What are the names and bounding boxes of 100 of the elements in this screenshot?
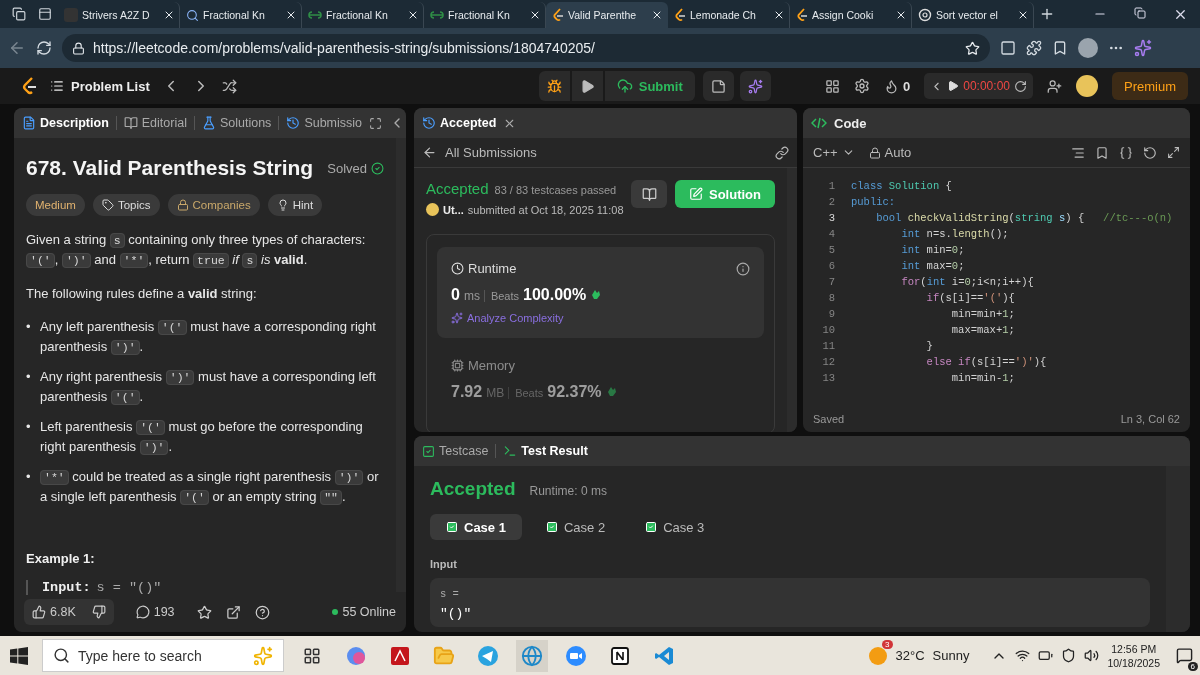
copilot-icon[interactable] — [1134, 39, 1152, 57]
panel-tab[interactable]: Testcase — [422, 444, 489, 458]
volume-icon[interactable] — [1084, 648, 1100, 663]
user-avatar — [426, 203, 439, 216]
weather-condition: Sunny — [932, 648, 970, 663]
debug-button[interactable] — [538, 71, 570, 101]
reset-icon[interactable] — [1143, 145, 1157, 160]
tab-actions-icon[interactable] — [38, 7, 52, 21]
lock-icon — [72, 41, 85, 55]
tag-chip[interactable]: Companies — [167, 194, 260, 216]
code-editor-icon[interactable] — [653, 644, 675, 667]
bullet: • — [26, 418, 32, 436]
clock[interactable]: 12:56 PM 10/18/2025 — [1107, 641, 1160, 670]
expand-icon[interactable] — [1167, 145, 1180, 159]
braces-icon[interactable] — [1119, 145, 1133, 160]
tag-chip[interactable]: Topics — [92, 194, 160, 216]
online-dot — [332, 609, 339, 615]
telegram-icon[interactable] — [477, 644, 499, 667]
all-submissions-link[interactable]: All Submissions — [445, 145, 537, 160]
language-select[interactable]: C++ — [813, 145, 855, 160]
extension-icon[interactable] — [1000, 40, 1016, 56]
task-view-icon[interactable] — [303, 646, 321, 665]
problem-list-link[interactable]: Problem List — [50, 78, 150, 94]
panel-tab[interactable]: Test Result — [503, 444, 588, 458]
code-line: for(int i=0;i<n;i++){ — [900, 276, 1034, 288]
metric-card[interactable]: Memory 7.92 MB Beats 92.37% — [437, 344, 764, 415]
notifications-icon[interactable] — [1175, 647, 1193, 664]
panel-tab[interactable]: Editorial — [123, 116, 187, 130]
panel-tab[interactable]: Solutions — [201, 116, 272, 130]
beats-percent: 92.37% — [547, 383, 602, 401]
case-tab[interactable]: Case 2 — [529, 514, 622, 540]
close-icon[interactable] — [651, 9, 663, 21]
network-icon[interactable] — [1015, 648, 1031, 663]
video-app-icon[interactable] — [565, 644, 587, 667]
input-label: Input — [430, 558, 458, 570]
format-icon[interactable] — [1071, 145, 1085, 160]
info-icon[interactable] — [736, 261, 750, 276]
close-icon[interactable] — [1017, 9, 1029, 21]
layout-icon[interactable] — [825, 78, 841, 94]
premium-button[interactable]: Premium — [1112, 72, 1188, 100]
ai-button[interactable] — [739, 71, 771, 101]
extensions-icon[interactable] — [1026, 40, 1042, 56]
refresh-icon[interactable] — [36, 40, 52, 56]
close-icon[interactable] — [895, 9, 907, 21]
maximize-icon[interactable] — [369, 116, 383, 130]
tag-chip[interactable]: Hint — [267, 194, 323, 216]
copilot-icon[interactable] — [345, 644, 367, 667]
restore-icon[interactable] — [1134, 6, 1146, 19]
panel-tab[interactable]: Accepted — [422, 116, 497, 130]
favorites-icon[interactable] — [1052, 40, 1068, 56]
pdf-app-icon[interactable] — [389, 644, 411, 667]
address-bar[interactable]: https://leetcode.com/problems/valid-parenthesis-string/submissions/1804740205/ — [62, 34, 990, 62]
case-tab[interactable]: Case 3 — [629, 514, 721, 540]
close-icon[interactable] — [163, 9, 175, 21]
shuffle-icon[interactable] — [221, 78, 237, 94]
logo-icon[interactable] — [22, 77, 38, 95]
taskbar-search[interactable]: Type here to search — [42, 639, 284, 672]
close-icon[interactable] — [407, 9, 419, 21]
close-icon[interactable] — [285, 9, 297, 21]
line-number: 11 — [821, 340, 836, 352]
comments-button[interactable]: 193 — [127, 605, 183, 619]
bookmark-icon[interactable] — [1095, 145, 1109, 160]
security-icon[interactable] — [1061, 648, 1077, 663]
add-user-icon[interactable] — [1047, 78, 1062, 94]
run-button[interactable] — [571, 71, 603, 101]
temperature: 32°C — [895, 648, 925, 663]
reset-icon — [1014, 79, 1027, 93]
close-icon[interactable] — [773, 9, 785, 21]
help-icon[interactable] — [254, 604, 270, 620]
battery-icon[interactable] — [1038, 648, 1054, 663]
sun-icon — [867, 645, 888, 666]
problem-title: 678. Valid Parenthesis String — [26, 156, 314, 180]
case-tab[interactable]: Case 1 — [430, 514, 522, 540]
settings-icon[interactable] — [854, 78, 871, 94]
new-tab-icon[interactable] — [1039, 6, 1055, 22]
browser-icon[interactable] — [521, 644, 543, 667]
solved-status: Solved — [327, 160, 367, 176]
notes-app-icon[interactable] — [610, 645, 630, 666]
tag-chip[interactable]: Medium — [26, 194, 85, 216]
start-icon[interactable] — [10, 646, 28, 665]
browser-tab[interactable]: Valid Parenthe — [546, 2, 668, 28]
editorial-button[interactable] — [631, 180, 667, 208]
panel-tab[interactable]: Description — [22, 116, 109, 130]
notes-button[interactable] — [702, 71, 734, 101]
close-icon[interactable] — [529, 9, 541, 21]
save-status: Saved — [813, 413, 845, 425]
link-icon[interactable] — [775, 145, 789, 160]
profile-avatar[interactable] — [1078, 38, 1098, 58]
panel-tab[interactable]: Submissio — [286, 116, 363, 130]
beats-percent: 100.00% — [523, 286, 587, 304]
submission-status: Accepted — [426, 180, 489, 197]
workspaces-icon[interactable] — [12, 7, 26, 21]
streak-counter[interactable]: 0 — [884, 78, 911, 94]
back-icon[interactable] — [422, 145, 437, 160]
share-icon[interactable] — [225, 604, 241, 620]
favorite-icon[interactable] — [196, 604, 212, 620]
user-avatar[interactable] — [1076, 75, 1098, 97]
metric-card[interactable]: Runtime 0 ms Beats 100.00% Analyze Complexity — [437, 247, 764, 338]
submit-button[interactable]: Submit — [604, 71, 695, 101]
timer[interactable]: 00:00:00 — [924, 73, 1033, 99]
